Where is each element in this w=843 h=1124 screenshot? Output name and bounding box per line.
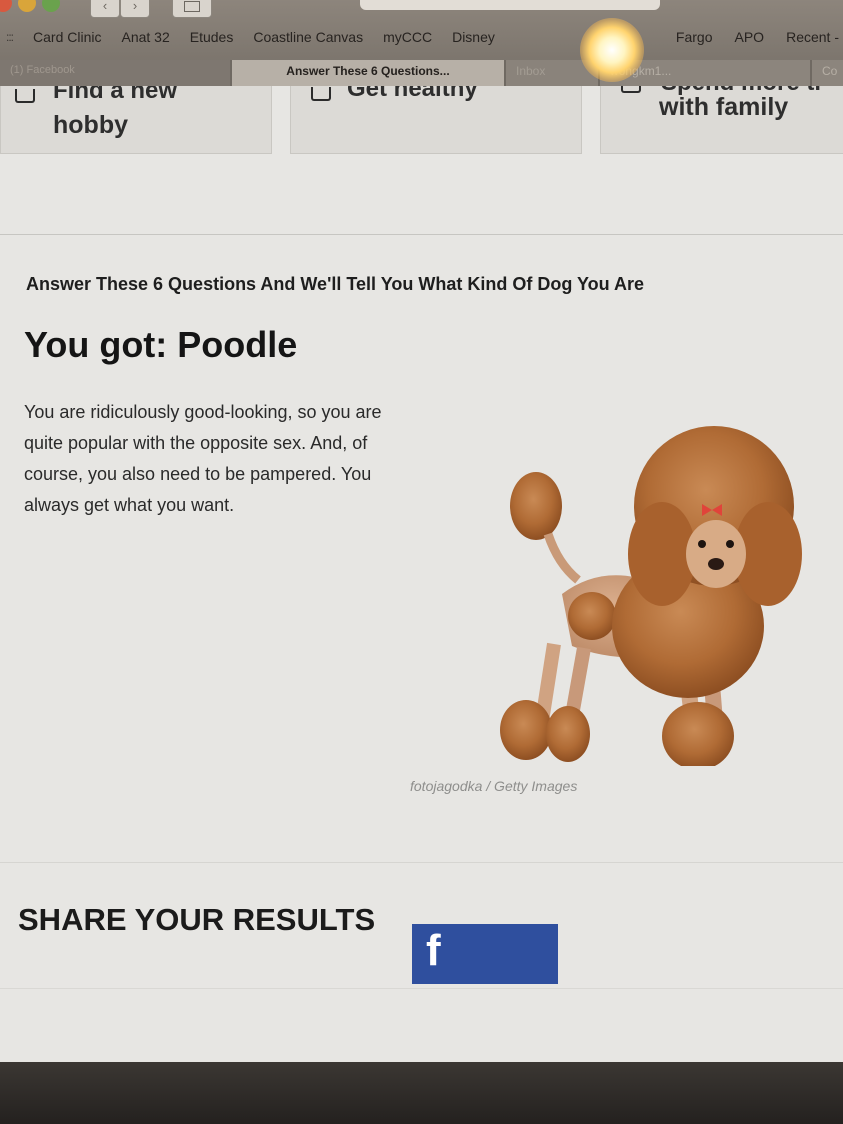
share-results-title: SHARE YOUR RESULTS bbox=[18, 902, 376, 937]
tab-bar: (1) Facebook Answer These 6 Questions...… bbox=[0, 60, 843, 86]
address-bar[interactable] bbox=[360, 0, 660, 10]
bookmarks-bar: ::: Card Clinic Anat 32 Etudes Coastline… bbox=[0, 22, 843, 52]
facebook-icon: f bbox=[426, 926, 441, 975]
tab-quiz-active[interactable]: Answer These 6 Questions... bbox=[232, 60, 504, 86]
bookmark-item[interactable]: Fargo bbox=[676, 29, 713, 45]
quiz-title: Answer These 6 Questions And We'll Tell … bbox=[26, 274, 645, 294]
monitor-bezel bbox=[0, 1062, 843, 1124]
poodle-image bbox=[500, 426, 802, 766]
bookmark-item[interactable]: Etudes bbox=[190, 29, 234, 45]
bookmark-item[interactable]: myCCC bbox=[383, 29, 432, 45]
forward-button[interactable]: › bbox=[120, 0, 150, 18]
image-credit: fotojagodka / Getty Images bbox=[410, 778, 578, 794]
section-divider bbox=[0, 988, 843, 989]
result-description: You are ridiculously good-looking, so yo… bbox=[24, 402, 382, 515]
minimize-window-button[interactable] bbox=[18, 0, 36, 12]
sidebar-toggle-button[interactable] bbox=[172, 0, 212, 18]
back-button[interactable]: ‹ bbox=[90, 0, 120, 18]
checkbox-icon[interactable] bbox=[311, 87, 331, 101]
section-divider bbox=[0, 234, 843, 235]
bookmark-item[interactable]: Card Clinic bbox=[33, 29, 101, 45]
bookmark-item[interactable]: Disney bbox=[452, 29, 495, 45]
tab-co[interactable]: Co bbox=[812, 60, 843, 86]
tab-facebook[interactable]: (1) Facebook bbox=[0, 60, 230, 86]
quiz-result-page: Find a new hobby Get healthy Spend more … bbox=[0, 62, 843, 1062]
result-heading: You got: Poodle bbox=[24, 324, 298, 365]
camera-flash-glare bbox=[580, 18, 644, 82]
section-divider bbox=[0, 862, 843, 863]
zoom-window-button[interactable] bbox=[42, 0, 60, 12]
close-window-button[interactable] bbox=[0, 0, 12, 12]
grid-icon[interactable]: ::: bbox=[6, 30, 14, 44]
answer-label: with family bbox=[659, 93, 789, 121]
sidebar-icon bbox=[184, 1, 200, 12]
bookmark-item[interactable]: APO bbox=[735, 29, 765, 45]
bookmark-item[interactable]: Anat 32 bbox=[121, 29, 169, 45]
checkbox-icon[interactable] bbox=[15, 89, 35, 103]
window-controls bbox=[0, 0, 60, 12]
bookmark-item[interactable]: Coastline Canvas bbox=[253, 29, 363, 45]
chevron-right-icon: › bbox=[132, 0, 138, 13]
chevron-left-icon: ‹ bbox=[102, 0, 108, 13]
bookmark-item[interactable]: Recent - bbox=[786, 29, 839, 45]
answer-label: hobby bbox=[53, 111, 128, 139]
browser-chrome: ‹ › ::: Card Clinic Anat 32 Etudes Coast… bbox=[0, 0, 843, 62]
facebook-share-button[interactable]: f bbox=[412, 924, 558, 984]
